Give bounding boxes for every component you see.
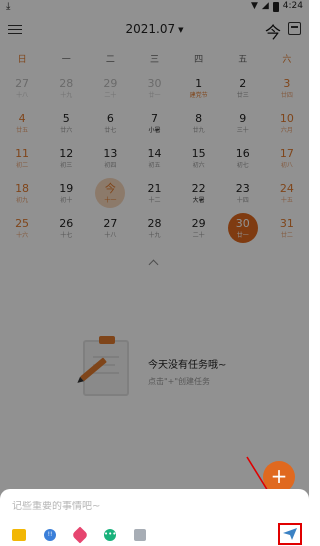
- calendar-app: ⤓ ▼ ◢ 4:24 2021.07 ▼ 今 日 一 二 三 四 五 六 27 十八…: [0, 0, 309, 546]
- send-button[interactable]: [278, 523, 302, 545]
- quick-add-sheet: !! •••: [0, 489, 309, 546]
- dim-overlay[interactable]: [0, 0, 309, 546]
- quick-add-toolbar: !! •••: [12, 526, 146, 544]
- task-input[interactable]: [12, 501, 262, 512]
- more-icon[interactable]: •••: [104, 529, 116, 541]
- send-icon: [283, 528, 297, 540]
- tag-icon[interactable]: [71, 526, 89, 544]
- priority-icon[interactable]: !!: [44, 529, 56, 541]
- note-icon[interactable]: [134, 529, 146, 541]
- folder-icon[interactable]: [12, 529, 26, 541]
